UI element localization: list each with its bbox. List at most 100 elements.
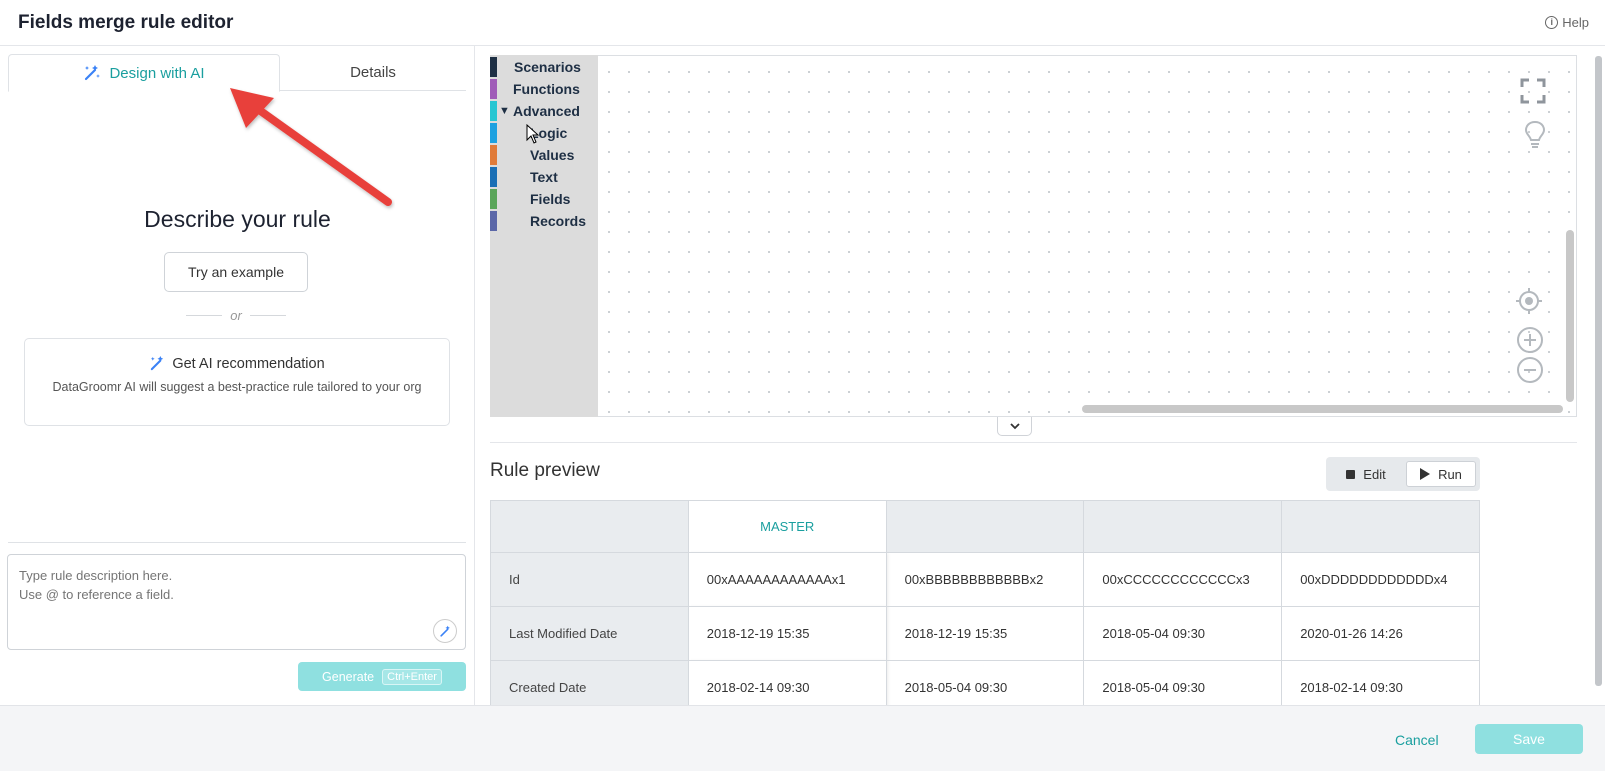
category-logic[interactable]: Logic (490, 123, 598, 143)
dialog-header: Fields merge rule editor i Help (0, 0, 1605, 46)
chevron-down-icon (1009, 423, 1020, 430)
magic-wand-icon (85, 65, 101, 81)
column-header[interactable] (1083, 500, 1283, 553)
category-text[interactable]: Text (490, 167, 598, 187)
collapse-toggle-button[interactable] (997, 417, 1032, 436)
category-color (490, 145, 497, 165)
save-button[interactable]: Save (1475, 724, 1583, 754)
ai-card-description: DataGroomr AI will suggest a best-practi… (52, 380, 422, 394)
category-scenarios[interactable]: Scenarios (490, 57, 598, 77)
block-toolbox: Scenarios Functions ▼ Advanced Logic Val… (490, 55, 598, 417)
magic-wand-icon (439, 625, 450, 637)
row-label: Id (490, 552, 689, 607)
table-cell: 2018-05-04 09:30 (1083, 660, 1283, 705)
category-label: Fields (530, 191, 571, 207)
generate-label: Generate (322, 669, 375, 684)
generate-button[interactable]: Generate Ctrl+Enter (298, 662, 466, 691)
or-separator: or (186, 308, 286, 323)
horizontal-scrollbar[interactable] (1082, 405, 1563, 413)
column-header[interactable] (885, 500, 1085, 553)
category-label: Advanced (513, 103, 580, 119)
category-values[interactable]: Values (490, 145, 598, 165)
category-color (490, 79, 497, 99)
mouse-cursor-icon (526, 124, 540, 144)
blocks-workspace[interactable] (490, 55, 1577, 417)
run-mode-button[interactable]: Run (1406, 461, 1476, 487)
category-fields[interactable]: Fields (490, 189, 598, 209)
divider (186, 315, 223, 316)
scrollbar-thumb[interactable] (1595, 56, 1602, 686)
table-header-row: MASTER (490, 500, 1480, 553)
table-row: Id 00xAAAAAAAAAAAAx1 00xBBBBBBBBBBBBx2 0… (490, 552, 1480, 607)
page-scrollbar[interactable] (1593, 46, 1605, 705)
table-cell: 00xDDDDDDDDDDDDx4 (1281, 552, 1480, 607)
row-label: Last Modified Date (490, 606, 689, 661)
table-row: Last Modified Date 2018-12-19 15:35 2018… (490, 606, 1480, 661)
annotation-arrow-icon (230, 88, 392, 206)
divider (249, 315, 286, 316)
category-color (490, 101, 497, 121)
ai-recommendation-card[interactable]: Get AI recommendation DataGroomr AI will… (24, 338, 450, 426)
fullscreen-icon[interactable] (1520, 78, 1546, 104)
stop-icon (1346, 469, 1356, 479)
dialog-footer: Cancel Save (0, 705, 1605, 771)
rule-description-input[interactable] (7, 554, 466, 650)
try-example-button[interactable]: Try an example (164, 252, 308, 292)
vertical-scrollbar[interactable] (1566, 230, 1574, 402)
run-label: Run (1438, 466, 1462, 482)
category-color (490, 211, 497, 231)
help-label: Help (1562, 15, 1589, 30)
row-label: Created Date (490, 660, 689, 705)
magic-wand-icon (151, 355, 164, 371)
category-advanced[interactable]: ▼ Advanced (490, 101, 598, 121)
table-cell: 2018-05-04 09:30 (1083, 606, 1283, 661)
edit-run-toggle: Edit Run (1326, 457, 1480, 491)
zoom-in-icon[interactable] (1516, 326, 1544, 354)
cancel-button[interactable]: Cancel (1395, 732, 1439, 748)
help-link[interactable]: i Help (1545, 15, 1589, 30)
rule-preview-title: Rule preview (490, 460, 600, 481)
or-label: or (230, 308, 242, 323)
table-cell: 2020-01-26 14:26 (1281, 606, 1480, 661)
category-label: Functions (513, 81, 580, 97)
ai-assist-button[interactable] (433, 619, 457, 643)
preview-table: MASTER Id 00xAAAAAAAAAAAAx1 00xBBBBBBBBB… (490, 500, 1480, 705)
category-label: Records (530, 213, 587, 229)
play-icon (1420, 468, 1431, 480)
lightbulb-icon[interactable] (1524, 120, 1546, 150)
master-column-header: MASTER (687, 500, 887, 553)
ai-card-title: Get AI recommendation (172, 355, 325, 372)
column-header (490, 500, 689, 553)
divider (8, 542, 466, 543)
category-label: Text (530, 169, 558, 185)
edit-mode-button[interactable]: Edit (1330, 461, 1402, 487)
table-cell: 2018-12-19 15:35 (687, 606, 887, 661)
triangle-down-icon: ▼ (499, 105, 510, 117)
category-color (490, 57, 497, 77)
column-header[interactable] (1281, 500, 1480, 553)
edit-label: Edit (1363, 466, 1386, 482)
table-cell: 2018-02-14 09:30 (687, 660, 887, 705)
tab-label: Design with AI (109, 64, 205, 82)
category-label: Values (530, 147, 575, 163)
category-functions[interactable]: Functions (490, 79, 598, 99)
category-color (490, 123, 497, 143)
divider (490, 442, 1577, 443)
tab-label: Details (350, 64, 396, 81)
shortcut-badge: Ctrl+Enter (382, 668, 442, 685)
table-cell: 2018-12-19 15:35 (885, 606, 1085, 661)
ai-card-title-row: Get AI recommendation (25, 355, 449, 372)
table-cell: 2018-05-04 09:30 (885, 660, 1085, 705)
table-cell: 00xCCCCCCCCCCCCx3 (1083, 552, 1283, 607)
table-cell: 2018-02-14 09:30 (1281, 660, 1480, 705)
category-label: Scenarios (514, 59, 581, 75)
category-records[interactable]: Records (490, 211, 598, 231)
recenter-icon[interactable] (1516, 288, 1542, 314)
category-color (490, 189, 497, 209)
zoom-out-icon[interactable] (1516, 356, 1544, 384)
dialog-title: Fields merge rule editor (18, 12, 234, 33)
table-cell: 00xBBBBBBBBBBBBx2 (885, 552, 1085, 607)
table-cell: 00xAAAAAAAAAAAAx1 (687, 552, 887, 607)
table-row: Created Date 2018-02-14 09:30 2018-05-04… (490, 660, 1480, 705)
category-color (490, 167, 497, 187)
